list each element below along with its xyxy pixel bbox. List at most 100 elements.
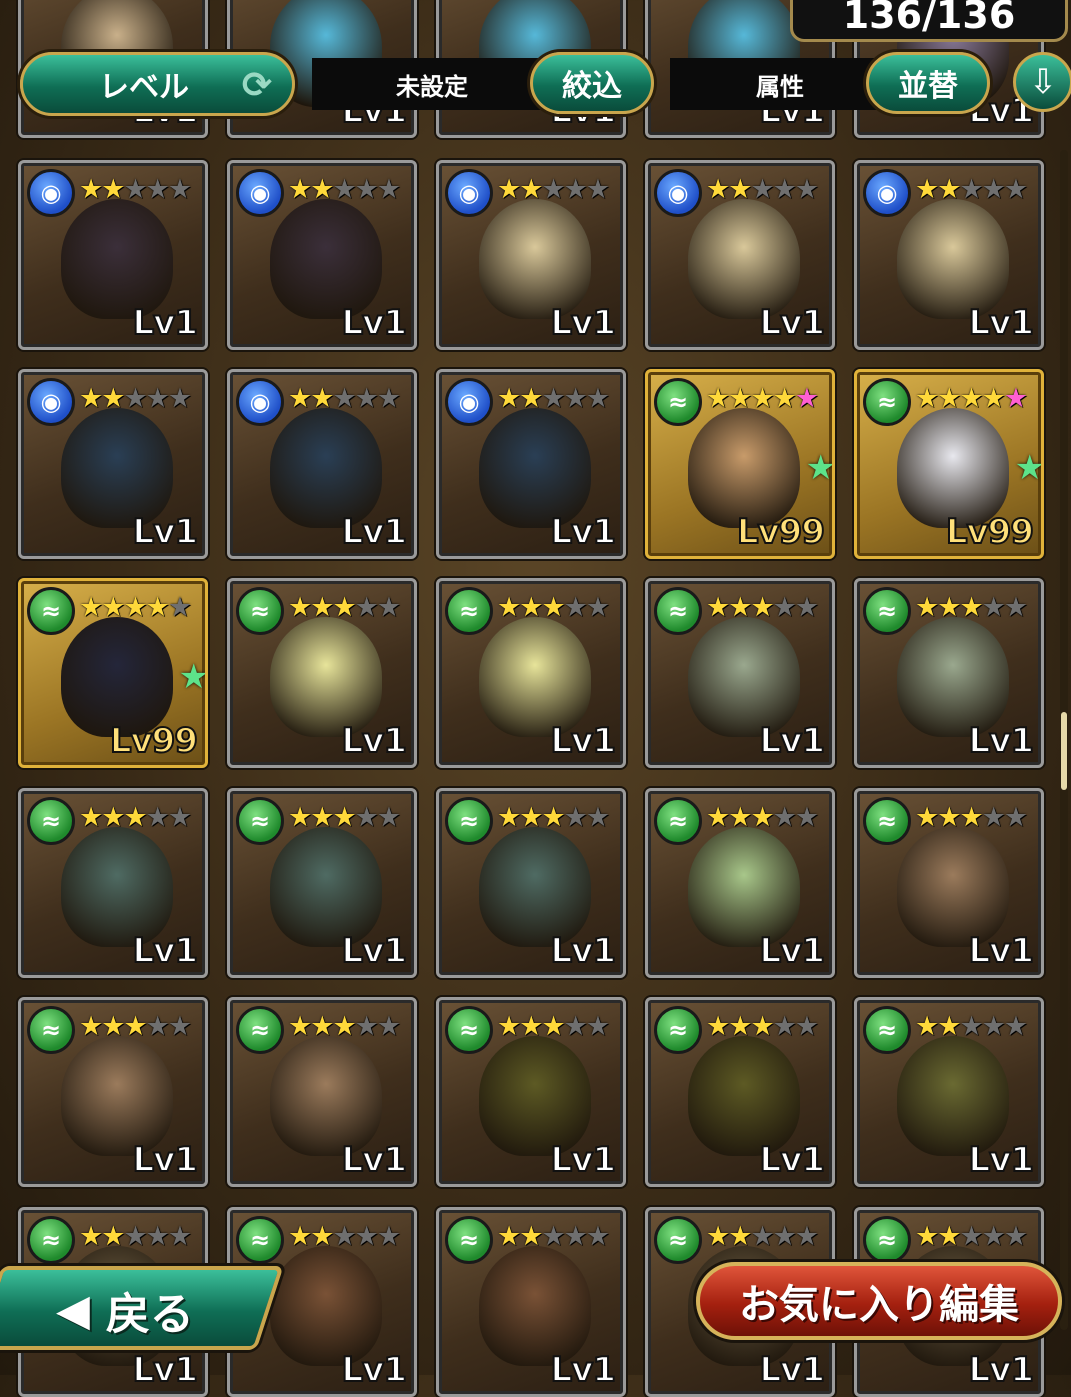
star-icon: ★ <box>519 802 543 833</box>
unit-card[interactable]: ◉ ★ ★ ★ ★ ★ Lv1 <box>645 160 835 350</box>
star-icon: ★ <box>101 592 125 623</box>
wind-element-icon: ≈ <box>863 1006 911 1054</box>
unit-card[interactable]: ◉ ★ ★ ★ ★ ★ Lv1 <box>18 160 208 350</box>
star-icon: ★ <box>101 802 125 833</box>
wind-element-icon: ≈ <box>236 797 284 845</box>
unit-level: Lv1 <box>550 511 617 553</box>
star-icon: ★ <box>123 383 147 414</box>
star-icon: ★ <box>519 383 543 414</box>
unit-card[interactable]: ◉ ★ ★ ★ ★ ★ Lv1 <box>227 369 417 559</box>
unit-portrait <box>688 617 800 737</box>
level-sort-button[interactable]: レベル ⟳ <box>20 52 295 116</box>
unit-portrait <box>479 1036 591 1156</box>
star-icon: ★ <box>354 1221 379 1252</box>
star-icon: ★ <box>959 802 983 833</box>
unit-card[interactable]: ≈ ★ ★ ★ ★ ★ Lv1 <box>436 788 626 978</box>
star-icon: ★ <box>772 1011 797 1042</box>
unit-level: Lv1 <box>341 720 408 762</box>
star-icon: ★ <box>167 383 192 414</box>
unit-portrait <box>61 408 173 528</box>
star-icon: ★ <box>167 1011 192 1042</box>
star-icon: ★ <box>541 802 565 833</box>
unit-card[interactable]: ≈ ★ ★ ★ ★ ★ Lv1 <box>18 788 208 978</box>
unit-card[interactable]: ≈ ★ ★ ★ ★ ★ Lv1 <box>645 578 835 768</box>
wind-element-icon: ≈ <box>654 587 702 635</box>
star-icon: ★ <box>376 174 401 205</box>
star-icon: ★ <box>79 383 103 414</box>
arrow-down-icon: ⇩ <box>1028 62 1058 102</box>
unit-level: Lv1 <box>550 930 617 972</box>
unit-level: Lv1 <box>341 1349 408 1391</box>
rarity-stars: ★ ★ ★ ★ ★ <box>288 382 401 416</box>
wind-element-icon: ≈ <box>654 797 702 845</box>
filter-button[interactable]: 絞込 <box>530 52 654 114</box>
unit-card[interactable]: ≈ ★ ★ ★ ★ ★ Lv1 <box>227 578 417 768</box>
unit-portrait <box>479 199 591 319</box>
star-icon: ★ <box>332 174 356 205</box>
star-icon: ★ <box>794 174 819 205</box>
star-icon: ★ <box>541 383 565 414</box>
chevron-left-icon: ◀ <box>56 1284 90 1336</box>
star-icon: ★ <box>915 1011 939 1042</box>
unit-level: Lv1 <box>550 1349 617 1391</box>
unit-card[interactable]: ≈ ★ ★ ★ ★ ★ Lv1 <box>645 997 835 1187</box>
unit-card[interactable]: ≈ ★ ★ ★ ★ ★ Lv1 <box>18 997 208 1187</box>
unit-level: Lv1 <box>132 930 199 972</box>
star-icon: ★ <box>772 592 797 623</box>
unit-card[interactable]: ≈ ★ ★ ★ ★ ★ Lv1 <box>436 578 626 768</box>
scrollbar-thumb[interactable] <box>1061 712 1067 790</box>
unit-card[interactable]: ◉ ★ ★ ★ ★ ★ Lv1 <box>854 160 1044 350</box>
rarity-stars: ★ ★ ★ ★ ★ <box>497 1010 610 1044</box>
star-icon: ★ <box>541 174 565 205</box>
unit-card[interactable]: ≈ ★ ★ ★ ★ ★ Lv1 <box>645 788 835 978</box>
back-button-content[interactable]: ◀ 戻る <box>56 1278 194 1342</box>
star-icon: ★ <box>79 1011 103 1042</box>
rarity-stars: ★ ★ ★ ★ ★ <box>79 1010 192 1044</box>
rarity-stars: ★ ★ ★ ★ ★ <box>915 173 1028 207</box>
wind-element-icon: ≈ <box>654 1006 702 1054</box>
unit-card[interactable]: ≈ ★ ★ ★ ★ ★ Lv1 <box>854 997 1044 1187</box>
star-icon: ★ <box>519 1011 543 1042</box>
water-element-icon: ◉ <box>445 378 493 426</box>
unit-card[interactable]: ◉ ★ ★ ★ ★ ★ Lv1 <box>436 369 626 559</box>
unit-card[interactable]: ≈ ★ ★ ★ ★ ★ Lv1 <box>854 578 1044 768</box>
star-icon: ★ <box>79 802 103 833</box>
star-icon: ★ <box>541 1221 565 1252</box>
star-icon: ★ <box>519 174 543 205</box>
star-icon: ★ <box>563 802 588 833</box>
unit-card[interactable]: ≈ ★ ★ ★ ★ ★ Lv1 <box>436 997 626 1187</box>
unit-portrait <box>270 199 382 319</box>
star-icon: ★ <box>728 383 752 414</box>
rarity-stars: ★ ★ ★ ★ ★ <box>706 173 819 207</box>
sort-button[interactable]: 並替 <box>866 52 990 114</box>
unit-card[interactable]: ≈ ★ ★ ★ ★ ★ Lv1 <box>854 788 1044 978</box>
sort-direction-button[interactable]: ⇩ <box>1013 52 1071 112</box>
unit-portrait <box>897 827 1009 947</box>
star-icon: ★ <box>937 802 961 833</box>
unit-card[interactable]: ◉ ★ ★ ★ ★ ★ Lv1 <box>436 160 626 350</box>
unit-card[interactable]: ◉ ★ ★ ★ ★ ★ Lv1 <box>18 369 208 559</box>
unit-card[interactable]: ≈ ★ ★ ★ ★ ★ Lv1 <box>436 1207 626 1397</box>
star-icon: ★ <box>585 383 610 414</box>
unit-card[interactable]: ◉ ★ ★ ★ ★ ★ Lv1 <box>227 160 417 350</box>
wind-element-icon: ≈ <box>863 1216 911 1264</box>
unit-card[interactable]: ≈ ★ ★ ★ ★ ★ ★ Lv99 <box>18 578 208 768</box>
star-icon: ★ <box>376 1011 401 1042</box>
star-icon: ★ <box>728 802 752 833</box>
favorite-edit-button[interactable]: お気に入り編集 <box>696 1262 1062 1340</box>
unit-card[interactable]: ≈ ★ ★ ★ ★ ★ ★ Lv99 <box>854 369 1044 559</box>
unit-card[interactable]: ≈ ★ ★ ★ ★ ★ ★ Lv99 <box>645 369 835 559</box>
star-icon: ★ <box>981 174 1006 205</box>
unit-card[interactable]: ≈ ★ ★ ★ ★ ★ Lv1 <box>227 997 417 1187</box>
star-icon: ★ <box>101 383 125 414</box>
star-icon: ★ <box>288 1221 312 1252</box>
unit-card[interactable]: ≈ ★ ★ ★ ★ ★ Lv1 <box>227 788 417 978</box>
star-icon: ★ <box>145 174 170 205</box>
star-icon: ★ <box>794 1221 819 1252</box>
star-icon: ★ <box>332 383 356 414</box>
unit-grid: Lv1Lv1Lv1Lv1Lv1◉★★★★★Lv1◉★★★★★Lv1◉★★★★★L… <box>0 0 1071 1397</box>
star-icon: ★ <box>541 592 565 623</box>
star-icon: ★ <box>376 592 401 623</box>
star-icon: ★ <box>959 592 983 623</box>
unit-portrait <box>479 408 591 528</box>
